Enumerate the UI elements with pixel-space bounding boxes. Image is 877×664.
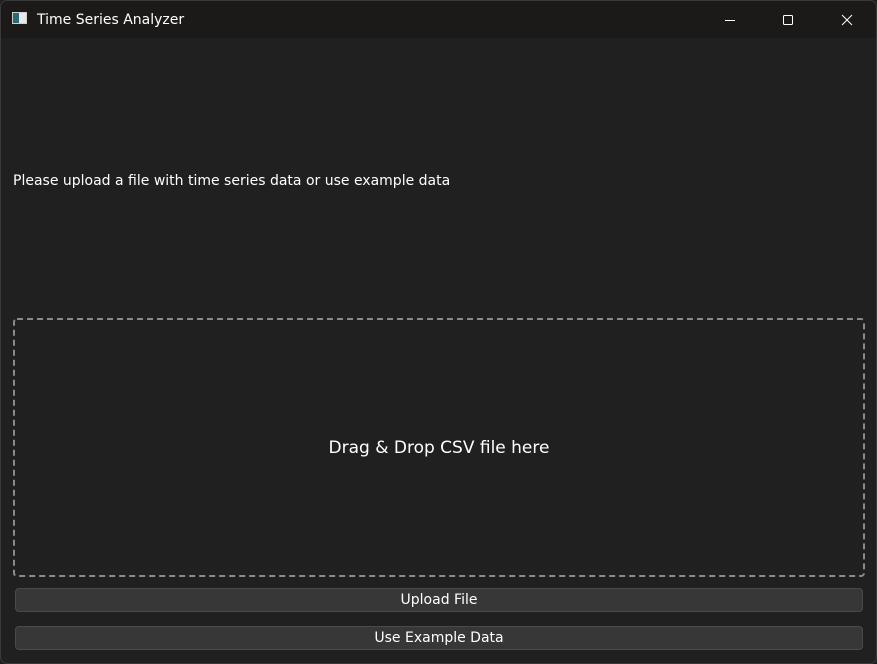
minimize-icon [725, 19, 735, 21]
maximize-icon [783, 14, 793, 25]
instruction-text: Please upload a file with time series da… [13, 173, 451, 189]
app-icon [12, 12, 27, 24]
app-window: Time Series Analyzer Please upload a fil… [0, 0, 877, 664]
drop-zone-label: Drag & Drop CSV file here [328, 437, 550, 458]
minimize-button[interactable] [701, 1, 759, 38]
close-button[interactable] [818, 1, 876, 38]
window-title: Time Series Analyzer [37, 12, 185, 28]
upload-file-button[interactable]: Upload File [15, 588, 863, 612]
csv-drop-zone[interactable]: Drag & Drop CSV file here [13, 318, 865, 577]
title-bar[interactable]: Time Series Analyzer [1, 1, 876, 38]
use-example-data-button[interactable]: Use Example Data [15, 626, 863, 650]
close-icon [841, 14, 853, 25]
maximize-button[interactable] [759, 1, 817, 38]
